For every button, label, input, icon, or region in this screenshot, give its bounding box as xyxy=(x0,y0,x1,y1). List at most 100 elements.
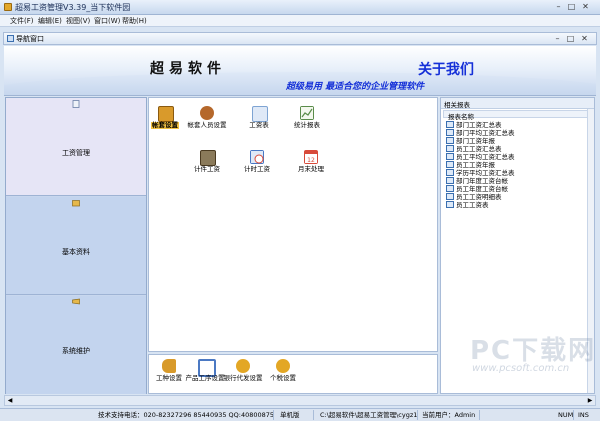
watermark-url: www.pcsoft.com.cn xyxy=(472,363,570,374)
report-icon xyxy=(446,201,454,208)
banner-slogan: 超级易用 最适合您的企业管理软件 xyxy=(286,82,425,92)
report-item[interactable]: 员工平均工资汇总表 xyxy=(446,153,515,161)
section-label: 系统维护 xyxy=(62,347,90,355)
minimize-icon[interactable]: – xyxy=(553,2,564,12)
menu-view[interactable]: 视图(V) xyxy=(66,16,90,26)
about-us-link[interactable]: 关于我们 xyxy=(418,59,474,79)
tile-account-staff[interactable]: 帐套人员设置 xyxy=(177,106,237,144)
report-icon xyxy=(446,177,454,184)
tile-income-tax[interactable]: 个税设置 xyxy=(253,359,313,397)
report-item[interactable]: 学历平均工资汇总表 xyxy=(446,169,515,177)
tax-icon xyxy=(276,359,290,373)
report-name-column[interactable]: 报表名称 xyxy=(443,110,588,121)
watermark-logo: PC下载网 xyxy=(470,336,597,366)
function-tile-panel: 帐套设置 帐套人员设置 工资表 统计报表 计件工资 计时工资 12 月末处理 xyxy=(148,97,438,352)
window-title: 超易工资管理V3.39_当下软件园 xyxy=(15,3,131,12)
report-icon xyxy=(446,129,454,136)
report-label: 员工工资年报 xyxy=(456,161,495,169)
banner: 超易软件 关于我们 超级易用 最适合您的企业管理软件 xyxy=(4,46,596,96)
report-icon xyxy=(446,193,454,200)
report-icon xyxy=(446,153,454,160)
report-label: 部门工资年报 xyxy=(456,137,495,145)
hand-icon xyxy=(162,359,176,373)
bank-icon xyxy=(236,359,250,373)
tile-month-end[interactable]: 12 月末处理 xyxy=(281,150,341,188)
chart-icon xyxy=(300,106,314,120)
tile-label: 统计报表 xyxy=(294,121,320,129)
menu-edit[interactable]: 编辑(E) xyxy=(38,16,62,26)
nav-maximize-icon[interactable]: □ xyxy=(565,34,576,44)
status-mode: 单机版 xyxy=(278,410,314,420)
window-icon xyxy=(7,35,14,42)
status-path: C:\超易软件\超易工资管理\cygz1.sys xyxy=(320,410,418,420)
tile-statistics-report[interactable]: 统计报表 xyxy=(277,106,337,144)
close-icon[interactable]: ✕ xyxy=(580,2,591,12)
report-label: 学历平均工资汇总表 xyxy=(456,169,515,177)
menu-help[interactable]: 帮助(H) xyxy=(122,16,147,26)
report-label: 部门平均工资汇总表 xyxy=(456,129,515,137)
report-item[interactable]: 员工工资汇总表 xyxy=(446,145,502,153)
report-item[interactable]: 部门工资汇总表 xyxy=(446,121,502,129)
status-user: 当前用户：Admin xyxy=(420,410,480,420)
maximize-icon[interactable]: □ xyxy=(566,2,577,12)
status-support: 技术支持电话：020-82327296 85440935 QQ:40800875… xyxy=(98,410,274,420)
nav-window-title: 导航窗口 xyxy=(16,35,44,43)
calendar-icon: 12 xyxy=(304,150,318,164)
report-item[interactable]: 员工工资表 xyxy=(446,201,489,209)
report-icon xyxy=(446,137,454,144)
app-icon xyxy=(4,3,12,11)
menu-file[interactable]: 文件(F) xyxy=(10,16,34,26)
report-icon xyxy=(446,169,454,176)
tile-label: 个税设置 xyxy=(270,374,296,382)
report-label: 部门工资汇总表 xyxy=(456,121,502,129)
person-icon xyxy=(200,106,214,120)
report-label: 员工工资表 xyxy=(456,201,489,209)
report-item[interactable]: 员工工资明细表 xyxy=(446,193,502,201)
report-item[interactable]: 部门工资年报 xyxy=(446,137,495,145)
report-item[interactable]: 员工年度工资台帐 xyxy=(446,185,508,193)
status-bar: 技术支持电话：020-82327296 85440935 QQ:40800875… xyxy=(0,408,600,421)
report-item[interactable]: 部门年度工资台帐 xyxy=(446,177,508,185)
report-label: 员工年度工资台帐 xyxy=(456,185,508,193)
report-icon xyxy=(446,185,454,192)
status-num: NUM xyxy=(558,410,574,420)
sheet-icon xyxy=(252,106,268,122)
nav-window-header: 导航窗口 – □ ✕ xyxy=(3,32,597,45)
svg-text:12: 12 xyxy=(307,157,315,164)
page-icon xyxy=(72,100,80,108)
tile-label: 帐套设置 xyxy=(151,121,179,129)
tile-label: 计时工资 xyxy=(244,165,270,173)
section-salary-management[interactable]: 工资管理 xyxy=(6,98,146,196)
nav-close-icon[interactable]: ✕ xyxy=(579,34,590,44)
report-label: 员工工资明细表 xyxy=(456,193,502,201)
section-system-maintenance[interactable]: 系统维护 xyxy=(6,296,146,394)
column-header: 报表名称 xyxy=(448,113,474,121)
menu-window[interactable]: 窗口(W) xyxy=(94,16,120,26)
nav-minimize-icon[interactable]: – xyxy=(552,34,563,44)
report-icon xyxy=(446,161,454,168)
report-item[interactable]: 员工工资年报 xyxy=(446,161,495,169)
report-item[interactable]: 部门平均工资汇总表 xyxy=(446,129,515,137)
tool-icon xyxy=(72,298,80,305)
clock-icon xyxy=(250,150,264,164)
menu-bar: 文件(F) 编辑(E) 视图(V) 窗口(W) 帮助(H) xyxy=(0,15,600,27)
report-label: 员工工资汇总表 xyxy=(456,145,502,153)
section-basic-data[interactable]: 基本资料 xyxy=(6,197,146,295)
tile-label: 帐套人员设置 xyxy=(187,121,227,129)
horizontal-scrollbar[interactable]: ◀ ▶ xyxy=(4,395,596,406)
report-icon xyxy=(446,121,454,128)
report-icon xyxy=(446,145,454,152)
scroll-left-icon[interactable]: ◀ xyxy=(5,396,15,405)
left-nav-panel: 工资管理 基本资料 系统维护 xyxy=(5,97,147,394)
scroll-right-icon[interactable]: ▶ xyxy=(585,396,595,405)
section-label: 工资管理 xyxy=(62,149,90,157)
folder-icon xyxy=(72,200,80,207)
related-reports-header: 相关报表 xyxy=(441,98,594,109)
report-label: 员工平均工资汇总表 xyxy=(456,153,515,161)
tile-time-wage[interactable]: 计时工资 xyxy=(227,150,287,188)
title-bar: 超易工资管理V3.39_当下软件园 – □ ✕ xyxy=(0,0,600,15)
ledger-icon xyxy=(158,106,174,122)
tile-label: 月末处理 xyxy=(298,165,324,173)
status-ins: INS xyxy=(578,411,589,419)
basic-setting-panel: 工种设置 产品工序设置 银行代发设置 个税设置 xyxy=(148,354,438,394)
